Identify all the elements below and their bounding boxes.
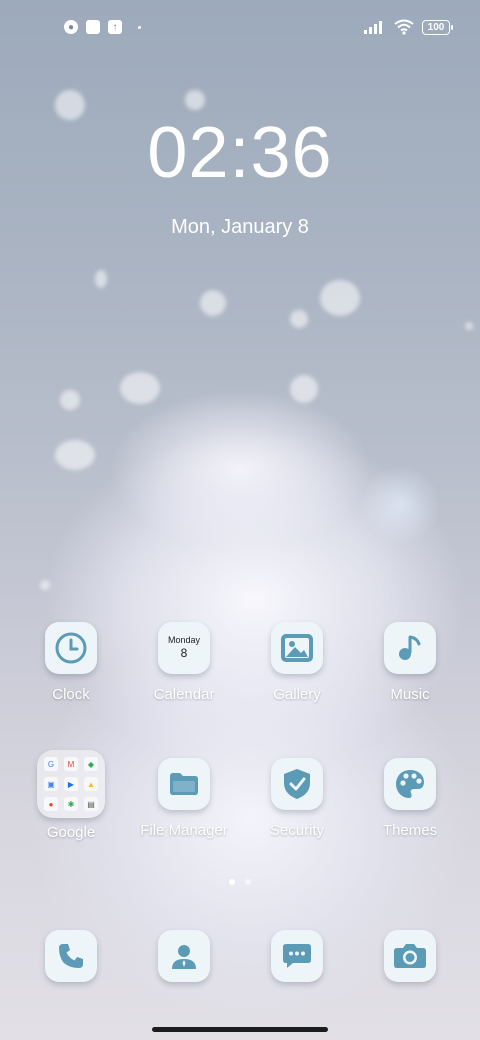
signal-icon	[364, 21, 382, 34]
app-label: Calendar	[153, 686, 215, 703]
upload-icon: ↑	[108, 20, 122, 34]
dock-phone[interactable]	[15, 930, 127, 982]
contacts-icon	[158, 930, 210, 982]
status-bar: ● ↑ 100	[0, 0, 480, 56]
google-folder-icon: G M ◆ ▣ ▶ ▲ ● ✱ ▤	[37, 750, 105, 818]
gesture-navigation-bar[interactable]	[152, 1027, 328, 1032]
folder-icon	[158, 758, 210, 810]
app-themes[interactable]: Themes	[354, 758, 466, 839]
wifi-icon	[394, 19, 414, 35]
more-dot-icon	[138, 25, 141, 29]
page-dot	[245, 879, 251, 885]
calendar-day-name: Monday	[167, 635, 201, 645]
app-music[interactable]: Music	[354, 622, 466, 703]
app-google-folder[interactable]: G M ◆ ▣ ▶ ▲ ● ✱ ▤ Google	[15, 750, 127, 841]
square-icon	[86, 20, 100, 34]
page-dot-active	[229, 879, 235, 885]
notification-icon: ●	[64, 20, 78, 34]
app-file-manager[interactable]: File Manager	[128, 758, 240, 839]
phone-icon	[45, 930, 97, 982]
battery-icon: 100	[422, 19, 453, 35]
shield-icon	[271, 758, 323, 810]
app-label: Themes	[382, 822, 438, 839]
page-indicator[interactable]	[0, 879, 480, 885]
app-label: Security	[269, 822, 325, 839]
dock-contacts[interactable]	[128, 930, 240, 982]
app-security[interactable]: Security	[241, 758, 353, 839]
app-gallery[interactable]: Gallery	[241, 622, 353, 703]
music-icon	[384, 622, 436, 674]
app-calendar[interactable]: Monday 8 Calendar	[128, 622, 240, 703]
app-label: Clock	[52, 686, 90, 703]
dock-messages[interactable]	[241, 930, 353, 982]
battery-level: 100	[427, 21, 445, 33]
app-label: File Manager	[140, 822, 228, 839]
camera-icon	[384, 930, 436, 982]
dock-camera[interactable]	[354, 930, 466, 982]
calendar-icon: Monday 8	[158, 622, 210, 674]
app-label: Music	[390, 686, 430, 703]
lockscreen-time[interactable]: 02:36	[0, 112, 480, 194]
gallery-icon	[271, 622, 323, 674]
calendar-day-number: 8	[180, 646, 188, 660]
app-label: Gallery	[273, 686, 321, 703]
palette-icon	[384, 758, 436, 810]
app-label: Google	[46, 824, 96, 841]
messages-icon	[271, 930, 323, 982]
clock-icon	[45, 622, 97, 674]
lockscreen-date[interactable]: Mon, January 8	[0, 216, 480, 239]
app-clock[interactable]: Clock	[15, 622, 127, 703]
